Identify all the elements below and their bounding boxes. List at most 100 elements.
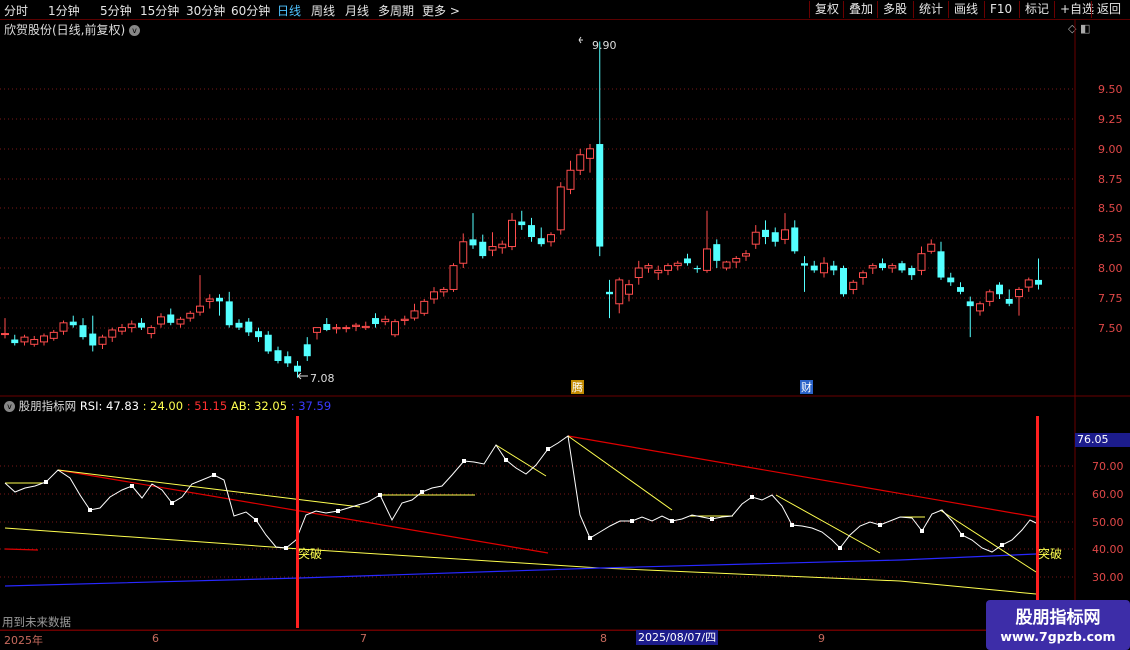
rsi-marker <box>710 517 714 521</box>
candle <box>742 250 750 261</box>
yellow-trend-line <box>939 509 1037 573</box>
candle <box>1005 289 1013 307</box>
candle <box>49 329 58 341</box>
indicator-title: v 股朋指标网 RSI: 47.83 : 24.00 : 51.15 AB: 3… <box>4 398 331 414</box>
candle <box>459 233 468 268</box>
candle <box>547 232 555 247</box>
rsi-marker <box>420 490 424 494</box>
candle <box>264 331 272 354</box>
high-price-label: 9.90 <box>592 39 617 52</box>
candle <box>372 313 379 328</box>
candle <box>634 260 643 285</box>
candle <box>781 213 789 245</box>
candle <box>69 315 77 328</box>
candle <box>898 260 906 273</box>
candle <box>294 360 301 378</box>
candle <box>528 217 535 242</box>
candle <box>615 277 624 314</box>
date-label: 6 <box>152 632 159 645</box>
candle <box>1015 287 1023 316</box>
yellow-trend-line <box>567 435 673 511</box>
date-label: 7 <box>360 632 367 645</box>
candle <box>255 327 262 342</box>
price-axis: 9.50 9.25 9.00 8.75 8.50 8.25 8.00 7.75 … <box>1098 83 1123 335</box>
candle <box>11 334 19 346</box>
rsi-marker <box>44 480 48 484</box>
yellow-trend-line <box>57 469 361 508</box>
candle <box>801 256 808 292</box>
rsi-marker <box>838 546 842 550</box>
candle <box>879 258 886 271</box>
price-tick: 8.00 <box>1098 262 1123 275</box>
candle <box>566 160 575 195</box>
candle <box>59 320 68 335</box>
rsi-marker <box>670 519 674 523</box>
watermark-title: 股朋指标网 <box>1015 608 1101 628</box>
candle <box>391 319 399 338</box>
candle <box>420 298 429 316</box>
candle <box>381 315 390 326</box>
rsi-marker <box>378 493 382 497</box>
event-marker-1[interactable]: 腾 <box>571 380 584 394</box>
chart-canvas[interactable]: 9.50 9.25 9.00 8.75 8.50 8.25 8.00 7.75 … <box>0 0 1130 650</box>
candle <box>996 282 1003 299</box>
current-value-badge: 76.05 <box>1075 433 1130 447</box>
candle <box>937 241 945 280</box>
candle <box>859 270 867 285</box>
candle <box>576 148 585 176</box>
chevron-down-icon[interactable]: v <box>4 401 15 412</box>
indicator-lines <box>4 435 1037 595</box>
candle <box>40 333 48 346</box>
candle <box>352 322 360 332</box>
candle <box>449 263 458 292</box>
candle <box>985 289 994 307</box>
rsi-marker <box>878 523 882 527</box>
rsi-value: RSI: 47.83 <box>79 399 139 413</box>
rsi-marker <box>212 473 216 477</box>
candle <box>245 318 253 336</box>
candle <box>917 246 926 276</box>
low-price-label: 7.08 <box>310 372 335 385</box>
candle <box>118 324 126 335</box>
price-tick: 9.25 <box>1098 113 1123 126</box>
rsi-marker <box>790 523 794 527</box>
candle <box>400 315 409 326</box>
date-label: 9 <box>818 632 825 645</box>
candle <box>957 282 964 295</box>
watermark-url: www.7gpzb.com <box>1000 629 1116 644</box>
indicator-tick: 60.00 <box>1092 488 1124 501</box>
candle <box>732 256 741 268</box>
red-short-line <box>4 548 39 551</box>
event-marker-2[interactable]: 财 <box>800 380 813 394</box>
rsi-marker <box>1000 543 1004 547</box>
candle <box>664 263 672 276</box>
candle <box>205 294 214 309</box>
candle <box>508 213 516 251</box>
rsi-marker <box>588 536 592 540</box>
candle <box>673 260 682 271</box>
candle <box>332 324 341 334</box>
candle <box>127 320 136 333</box>
date-label: 8 <box>600 632 607 645</box>
candle <box>147 325 156 339</box>
candle <box>1 318 9 339</box>
candle <box>771 227 779 247</box>
candle <box>947 272 955 286</box>
low-marker: 7.08 <box>297 372 335 385</box>
rsi-marker <box>546 447 550 451</box>
candle <box>225 291 233 328</box>
price-tick: 7.50 <box>1098 322 1123 335</box>
line2-value: : 51.15 <box>186 399 228 413</box>
candle <box>313 327 321 340</box>
indicator-tick: 40.00 <box>1092 543 1124 556</box>
candle <box>216 294 223 316</box>
price-tick: 8.75 <box>1098 173 1123 186</box>
rsi-marker <box>630 519 634 523</box>
candle <box>30 335 39 347</box>
candle <box>1035 258 1042 290</box>
candle <box>625 279 633 302</box>
event-marker-label: 腾 <box>572 380 583 394</box>
candle <box>342 325 351 333</box>
candle <box>98 334 107 350</box>
candle <box>176 316 185 328</box>
